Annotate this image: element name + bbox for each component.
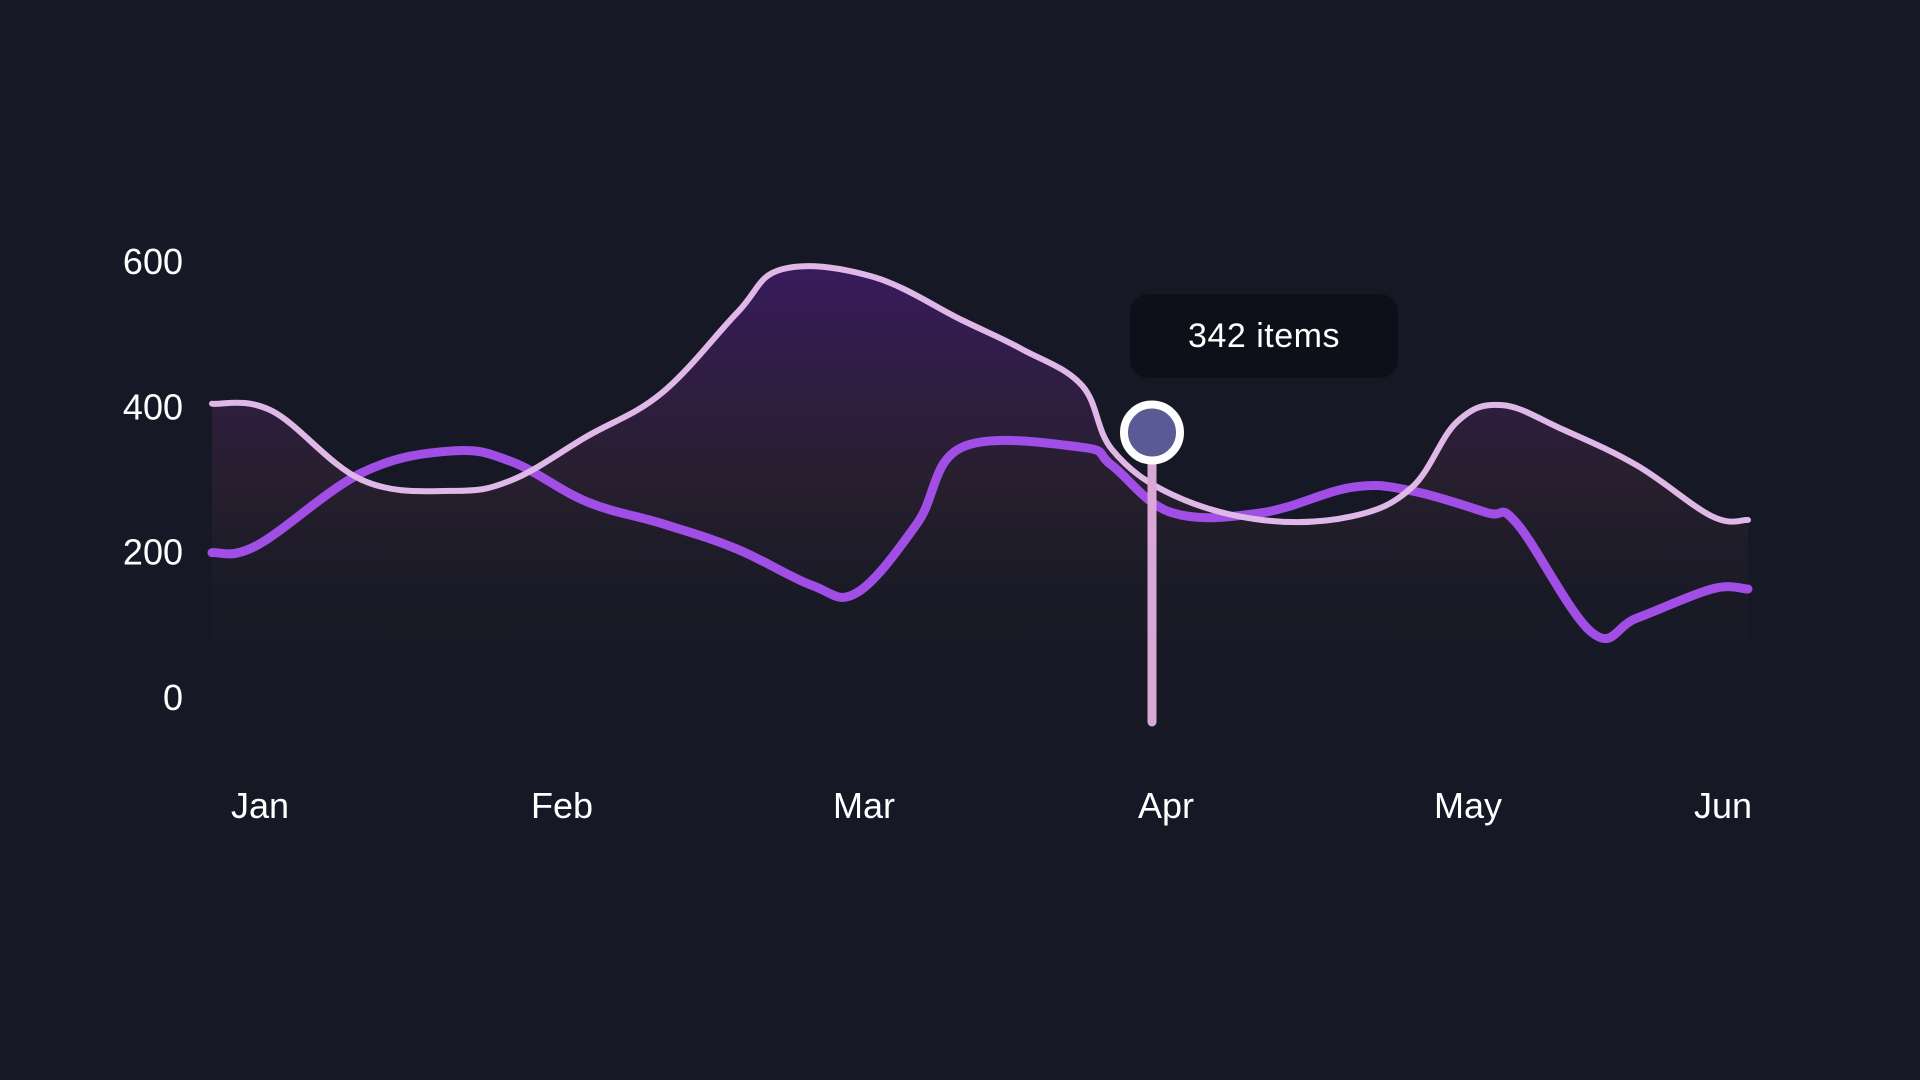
value-tooltip: 342 items (1130, 294, 1398, 378)
y-axis: 0 200 400 600 (123, 241, 183, 718)
x-tick-label-jun: Jun (1694, 785, 1752, 826)
line-chart: 0 200 400 600 Jan Feb Mar Apr May Jun 342 items (0, 0, 1920, 1080)
x-tick-label-feb: Feb (531, 785, 593, 826)
y-tick-label: 0 (163, 677, 183, 718)
x-tick-label-may: May (1434, 785, 1502, 826)
y-tick-label: 400 (123, 386, 183, 427)
chart-stage: 0 200 400 600 Jan Feb Mar Apr May Jun 342 items (0, 0, 1920, 1080)
x-tick-label-mar: Mar (833, 785, 895, 826)
x-axis: Jan Feb Mar Apr May Jun (231, 785, 1752, 826)
chart-svg: 0 200 400 600 Jan Feb Mar Apr May Jun (123, 241, 1753, 826)
x-tick-label-apr: Apr (1138, 785, 1194, 826)
highlight-point[interactable] (1120, 400, 1184, 465)
y-tick-label: 600 (123, 241, 183, 282)
x-tick-label-jan: Jan (231, 785, 289, 826)
y-tick-label: 200 (123, 532, 183, 573)
